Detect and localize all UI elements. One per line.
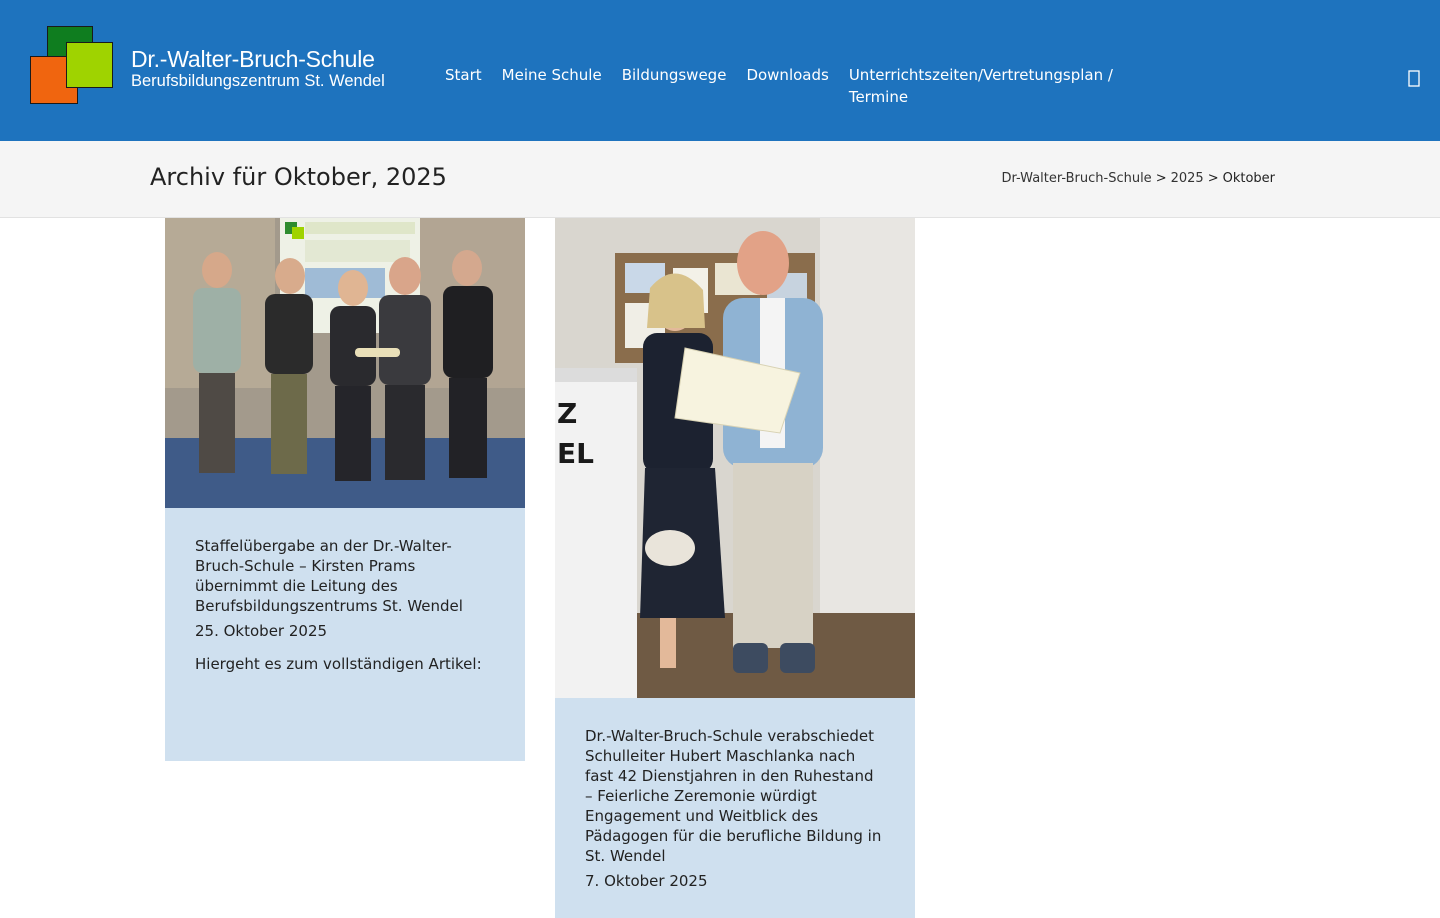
post-excerpt: Hiergeht es zum vollständigen Artikel: xyxy=(195,655,482,673)
nav-item-bildungswege[interactable]: Bildungswege xyxy=(612,64,737,86)
post-body: Staffelübergabe an der Dr.-Walter-Bruch-… xyxy=(165,508,525,675)
post-card: Staffelübergabe an der Dr.-Walter-Bruch-… xyxy=(165,218,525,761)
post-body: Dr.-Walter-Bruch-Schule verabschiedet Sc… xyxy=(555,698,915,891)
site-header: Dr.-Walter-Bruch-Schule Berufsbildungsze… xyxy=(0,0,1440,141)
post-thumbnail[interactable]: Z EL xyxy=(555,218,915,698)
post-title[interactable]: Dr.-Walter-Bruch-Schule verabschiedet Sc… xyxy=(585,726,885,866)
breadcrumb-current: Oktober xyxy=(1222,171,1275,186)
nav-item-meine-schule[interactable]: Meine Schule xyxy=(492,64,612,86)
nav-item-start[interactable]: Start xyxy=(435,64,492,86)
breadcrumb-link-year[interactable]: 2025 xyxy=(1171,171,1204,186)
site-logo[interactable]: Dr.-Walter-Bruch-Schule Berufsbildungsze… xyxy=(30,26,400,106)
post-date: 25. Oktober 2025 xyxy=(195,622,328,640)
breadcrumb-separator: > xyxy=(1207,171,1219,186)
page-title-bar: Archiv für Oktober, 2025 Dr-Walter-Bruch… xyxy=(0,141,1440,218)
search-icon[interactable] xyxy=(1404,66,1426,90)
breadcrumb-separator: > xyxy=(1155,171,1167,186)
logo-subtitle: Berufsbildungszentrum St. Wendel xyxy=(131,72,385,90)
svg-text:Z: Z xyxy=(557,397,577,430)
nav-item-downloads[interactable]: Downloads xyxy=(736,64,838,86)
logo-title: Dr.-Walter-Bruch-Schule xyxy=(131,46,375,72)
breadcrumb: Dr-Walter-Bruch-Schule >2025 > Oktober xyxy=(1001,171,1275,186)
breadcrumb-link-home[interactable]: Dr-Walter-Bruch-Schule xyxy=(1001,171,1151,186)
svg-text:EL: EL xyxy=(557,437,594,470)
post-card: Z EL Dr.-Walter-Bruch-Schule verabschied… xyxy=(555,218,915,918)
logo-mark xyxy=(30,26,114,105)
post-thumbnail[interactable] xyxy=(165,218,525,508)
post-date: 7. Oktober 2025 xyxy=(585,872,708,890)
main-nav: Start Meine Schule Bildungswege Download… xyxy=(435,64,1131,108)
post-title[interactable]: Staffelübergabe an der Dr.-Walter-Bruch-… xyxy=(195,536,495,616)
nav-item-unterrichtszeiten[interactable]: Unterrichtszeiten/Vertretungsplan / Term… xyxy=(839,64,1131,108)
page-title: Archiv für Oktober, 2025 xyxy=(150,163,447,191)
logo-square-lime xyxy=(66,42,113,88)
